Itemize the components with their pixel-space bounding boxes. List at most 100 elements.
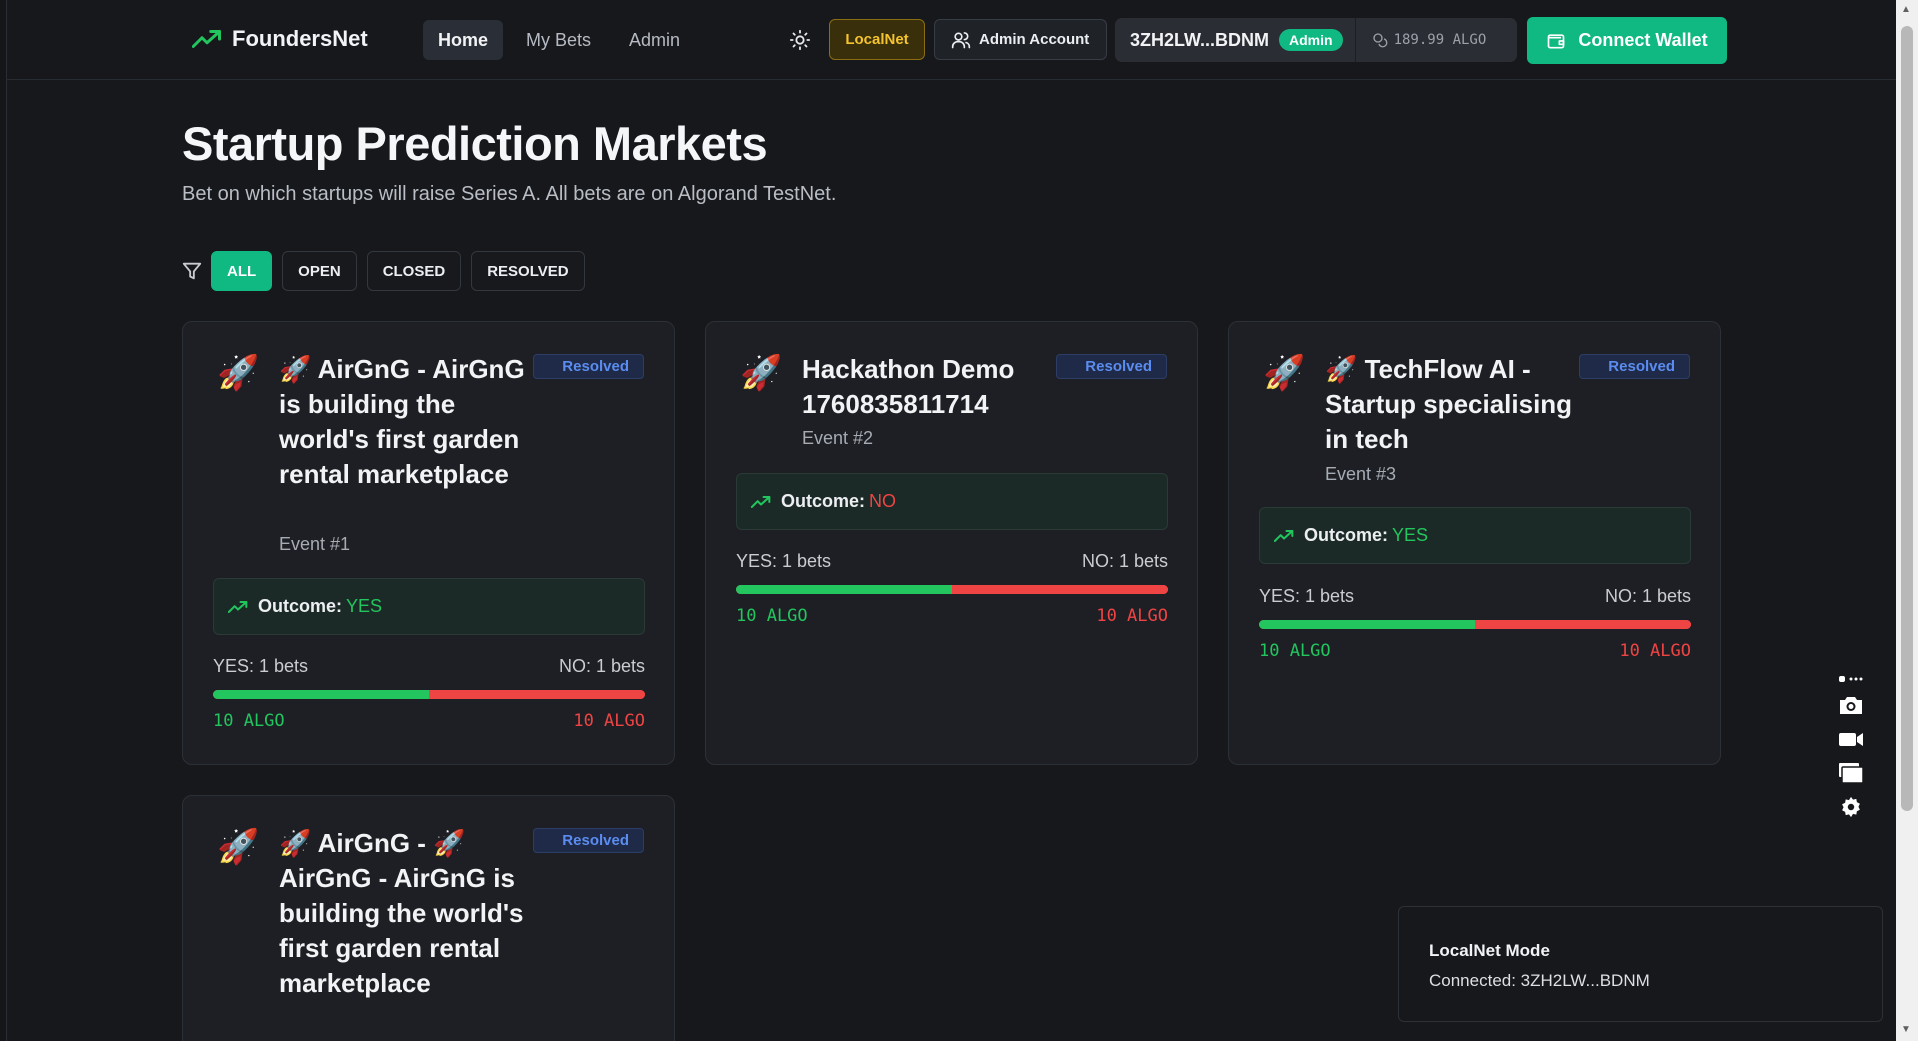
connect-wallet-button[interactable]: Connect Wallet	[1527, 17, 1727, 64]
yes-share-fill	[1259, 620, 1475, 629]
filter-icon	[182, 262, 202, 280]
yes-amount: 10 ALGO	[736, 606, 808, 626]
admin-role-badge: Admin	[1279, 29, 1343, 51]
no-amount: 10 ALGO	[1619, 641, 1691, 661]
admin-account-label: Admin Account	[979, 31, 1090, 48]
record-tool[interactable]	[1837, 726, 1865, 752]
filter-all-button[interactable]: ALL	[211, 251, 273, 291]
page-scrollbar[interactable]: ▲ ▼	[1896, 0, 1918, 1041]
status-badge: Resolved	[1056, 354, 1167, 379]
outcome-value: YES	[346, 596, 383, 616]
yes-bet-count: YES: 1 bets	[1259, 586, 1355, 606]
outcome-label: Outcome:	[1304, 525, 1389, 545]
settings-tool[interactable]	[1837, 794, 1865, 820]
trending-up-icon	[1274, 529, 1294, 542]
gear-icon	[1842, 796, 1860, 818]
app-frame: FoundersNet Home My Bets Admin LocalNet …	[6, 0, 1897, 1041]
market-card[interactable]: 🚀 Hackathon Demo 1760835811714 Event #2 …	[705, 321, 1198, 765]
no-share-fill	[952, 585, 1168, 594]
no-share-fill	[429, 690, 645, 699]
capture-toolbar	[1837, 672, 1869, 828]
toast-title: LocalNet Mode	[1429, 941, 1550, 960]
outcome-label: Outcome:	[781, 491, 866, 511]
trending-up-icon	[228, 600, 248, 613]
no-bet-count: NO: 1 bets	[558, 656, 645, 676]
event-number: Event #3	[1325, 464, 1397, 484]
odds-bar	[1259, 620, 1691, 629]
yes-share-fill	[736, 585, 952, 594]
no-bet-count: NO: 1 bets	[1081, 551, 1168, 571]
account-balance: 189.99 ALGO	[1372, 32, 1487, 48]
outcome-label: Outcome:	[258, 596, 343, 616]
top-navbar: FoundersNet Home My Bets Admin LocalNet …	[7, 0, 1897, 80]
link-more-tool[interactable]	[1837, 672, 1865, 686]
network-badge[interactable]: LocalNet	[829, 19, 925, 60]
bet-amounts: 10 ALGO 10 ALGO	[1259, 641, 1691, 661]
admin-account-button[interactable]: Admin Account	[934, 19, 1107, 60]
market-card[interactable]: 🚀 🚀 AirGnG - AirGnG is building the worl…	[182, 321, 675, 765]
bet-amounts: 10 ALGO 10 ALGO	[213, 711, 645, 731]
video-camera-icon	[1839, 733, 1863, 746]
status-badge: Resolved	[533, 828, 644, 853]
nav-link-my-bets[interactable]: My Bets	[511, 20, 606, 60]
status-badge: Resolved	[533, 354, 644, 379]
odds-bar	[213, 690, 645, 699]
market-card[interactable]: 🚀 🚀 TechFlow AI - Startup specialising i…	[1228, 321, 1721, 765]
account-info[interactable]: 3ZH2LW...BDNM Admin 189.99 ALGO	[1115, 18, 1517, 62]
bet-amounts: 10 ALGO 10 ALGO	[736, 606, 1168, 626]
market-title: 🚀 AirGnG - 🚀 AirGnG - AirGnG is building…	[279, 828, 524, 998]
toast-message: Connected: 3ZH2LW...BDNM	[1429, 971, 1650, 990]
rocket-icon: 🚀	[740, 354, 783, 392]
rocket-icon: 🚀	[1263, 354, 1306, 392]
outcome-value: NO	[869, 491, 897, 511]
odds-bar	[736, 585, 1168, 594]
event-number: Event #1	[279, 534, 351, 554]
page-title: Startup Prediction Markets	[182, 117, 768, 170]
no-share-fill	[1475, 620, 1691, 629]
windows-icon	[1839, 763, 1864, 784]
yes-amount: 10 ALGO	[1259, 641, 1331, 661]
yes-share-fill	[213, 690, 429, 699]
filter-closed-button[interactable]: CLOSED	[366, 251, 462, 291]
connect-wallet-label: Connect Wallet	[1578, 30, 1708, 50]
no-amount: 10 ALGO	[573, 711, 645, 731]
yes-bet-count: YES: 1 bets	[213, 656, 309, 676]
account-divider	[1354, 18, 1356, 62]
status-filters: ALL OPEN CLOSED RESOLVED	[211, 251, 585, 291]
event-number: Event #2	[802, 428, 874, 448]
yes-bet-count: YES: 1 bets	[736, 551, 832, 571]
outcome-box: Outcome: YES	[1259, 507, 1691, 564]
coins-icon	[1372, 33, 1387, 48]
market-title: 🚀 AirGnG - AirGnG is building the world'…	[279, 354, 525, 489]
no-amount: 10 ALGO	[1096, 606, 1168, 626]
balance-value: 189.99 ALGO	[1393, 32, 1487, 48]
window-tool[interactable]	[1837, 760, 1865, 786]
theme-toggle-sun-icon[interactable]	[789, 29, 811, 51]
account-address: 3ZH2LW...BDNM	[1130, 29, 1270, 50]
localnet-toast: LocalNet Mode Connected: 3ZH2LW...BDNM	[1398, 906, 1883, 1022]
link-dots-icon	[1839, 676, 1863, 682]
nav-link-home[interactable]: Home	[423, 20, 504, 60]
market-card[interactable]: 🚀 🚀 AirGnG - 🚀 AirGnG - AirGnG is buildi…	[182, 795, 675, 1041]
camera-icon	[1840, 697, 1862, 714]
status-badge: Resolved	[1579, 354, 1690, 379]
outcome-box: Outcome: NO	[736, 473, 1168, 530]
brand-name: FoundersNet	[232, 26, 368, 51]
filter-open-button[interactable]: OPEN	[282, 251, 357, 291]
screenshot-tool[interactable]	[1837, 692, 1865, 718]
filter-resolved-button[interactable]: RESOLVED	[471, 251, 585, 291]
users-icon	[951, 31, 971, 48]
scroll-up-arrow[interactable]: ▲	[1901, 4, 1911, 15]
scroll-down-arrow[interactable]: ▼	[1901, 1024, 1911, 1035]
trending-up-icon	[751, 495, 771, 508]
scrollbar-thumb[interactable]	[1901, 26, 1913, 811]
page-subtitle: Bet on which startups will raise Series …	[182, 183, 837, 205]
bet-counts: YES: 1 bets NO: 1 bets	[213, 656, 645, 677]
bet-counts: YES: 1 bets NO: 1 bets	[1259, 586, 1691, 607]
market-title: Hackathon Demo 1760835811714	[802, 354, 1015, 419]
trending-up-icon	[192, 30, 221, 48]
outcome-box: Outcome: YES	[213, 578, 645, 635]
rocket-icon: 🚀	[217, 828, 260, 866]
nav-link-admin[interactable]: Admin	[614, 20, 695, 60]
brand-logo[interactable]: FoundersNet	[192, 26, 368, 52]
